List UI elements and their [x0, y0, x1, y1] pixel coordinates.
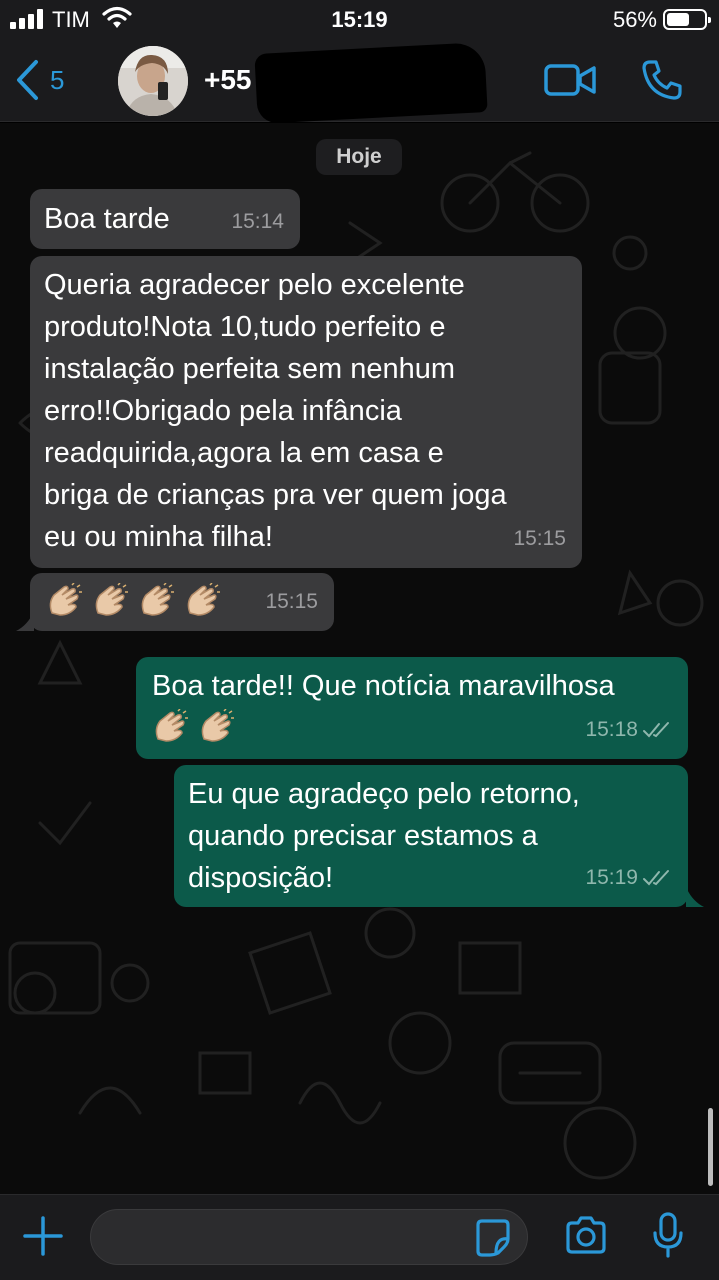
bubble-tail [16, 611, 34, 631]
plus-icon[interactable] [22, 1215, 64, 1257]
message-time: 15:15 [513, 527, 566, 550]
message-composer [0, 1194, 719, 1280]
message-bubble-outgoing[interactable]: Boa tarde!! Que notícia maravilhosa 15:1… [136, 657, 688, 759]
read-receipt-icon [643, 870, 669, 886]
message-input[interactable] [90, 1209, 528, 1265]
battery-icon [663, 9, 711, 30]
avatar[interactable] [118, 46, 188, 116]
clapping-hands-icon [141, 583, 174, 616]
battery-fill [667, 13, 690, 26]
chevron-left-icon [17, 60, 38, 100]
date-separator: Hoje [316, 139, 402, 175]
clapping-hands-icon [49, 583, 82, 616]
status-bar: TIM 15:19 56% [0, 0, 719, 40]
unread-count: 5 [50, 64, 65, 95]
back-button[interactable]: 5 [14, 56, 64, 104]
contact-name[interactable]: +55 [204, 64, 252, 96]
clapping-hands-icon [201, 709, 234, 742]
phone-icon[interactable] [640, 58, 684, 102]
read-receipt-icon [643, 722, 669, 738]
camera-icon[interactable] [564, 1215, 608, 1255]
clapping-hands-icon [155, 709, 188, 742]
status-time: 15:19 [331, 7, 388, 32]
message-bubble-outgoing[interactable]: Eu que agradeço pelo retorno, quando pre… [174, 765, 688, 907]
battery-percent: 56% [612, 7, 657, 32]
clapping-hands-icon [187, 583, 220, 616]
video-call-icon[interactable] [544, 62, 596, 98]
microphone-icon[interactable] [650, 1211, 686, 1259]
message-time: 15:19 [585, 866, 638, 889]
scrollbar-thumb[interactable] [708, 1108, 713, 1186]
message-bubble-incoming[interactable]: Queria agradecer pelo excelente produto!… [30, 256, 582, 568]
redacted-area [254, 42, 488, 124]
message-bubble-incoming[interactable]: Boa tarde 15:14 [30, 189, 300, 249]
message-time: 15:15 [265, 590, 318, 613]
message-text: Boa tarde!! Que notícia maravilhosa [152, 670, 615, 702]
bubble-tail [686, 887, 704, 907]
sticker-icon[interactable] [474, 1217, 512, 1257]
message-text: Queria agradecer pelo excelente produto!… [44, 269, 507, 553]
chat-area[interactable]: Hoje Boa tarde 15:14 Queria agradecer pe… [0, 123, 719, 1194]
message-bubble-incoming[interactable]: 15:15 [30, 573, 334, 631]
chat-header: 5 +55 [0, 40, 719, 124]
message-time: 15:14 [231, 210, 284, 233]
clapping-hands-icon [95, 583, 128, 616]
message-time: 15:18 [585, 718, 638, 741]
